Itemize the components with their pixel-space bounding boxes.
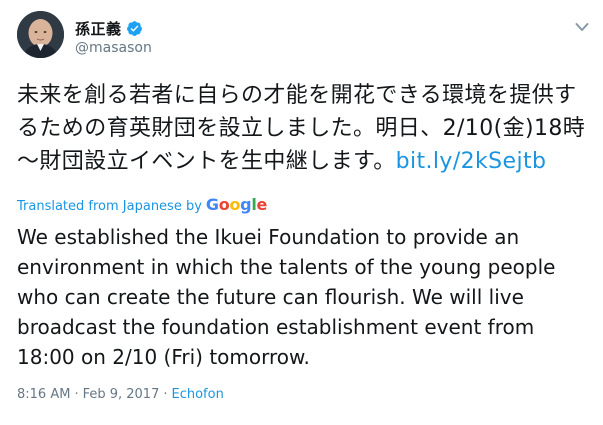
tweet-client[interactable]: Echofon	[172, 387, 224, 402]
username[interactable]: @masason	[75, 40, 152, 56]
tweet-time[interactable]: 8:16 AM	[17, 387, 70, 402]
avatar-image	[17, 11, 64, 58]
display-name[interactable]: 孫正義	[75, 18, 122, 39]
tweet-en-line: who can create the future can flourish. …	[17, 285, 524, 309]
tweet-text-japanese: 未来を創る若者に自らの才能を開花できる環境を提供す るための育英財団を設立しまし…	[17, 79, 597, 178]
tweet: 孫正義 @masason 未来を創る若者に自らの才能を開花できる環境を提供す る…	[0, 0, 603, 425]
tweet-jp-line: 〜財団設立イベントを生中継します。bit.ly/2kSejtb	[17, 145, 597, 178]
tweet-text-translation: We established the Ikuei Foundation to p…	[17, 222, 597, 372]
translated-label: Translated from Japanese by	[17, 199, 202, 214]
tweet-link[interactable]: bit.ly/2kSejtb	[396, 149, 547, 174]
tweet-jp-line-text: 〜財団設立イベントを生中継します。	[17, 149, 396, 174]
verified-badge-icon	[126, 21, 142, 36]
tweet-en-line: We established the Ikuei Foundation to p…	[17, 225, 520, 249]
google-logo: Google	[205, 195, 268, 214]
tweet-en-line: 18:00 on 2/10 (Fri) tomorrow.	[17, 345, 310, 369]
avatar[interactable]	[17, 11, 64, 58]
tweet-jp-line: 未来を創る若者に自らの才能を開花できる環境を提供す	[17, 83, 577, 108]
user-name-row: 孫正義	[75, 18, 143, 39]
tweet-en-line: broadcast the foundation establishment e…	[17, 315, 535, 339]
tweet-jp-line: るための育英財団を設立しました。明日、2/10(金)18時	[17, 116, 586, 141]
chevron-down-icon[interactable]	[575, 22, 589, 32]
translation-attribution[interactable]: Translated from Japanese by Google	[17, 195, 267, 214]
meta-separator: ·	[163, 387, 168, 402]
tweet-en-line: environment in which the talents of the …	[17, 255, 556, 279]
meta-separator: ·	[74, 387, 79, 402]
tweet-date[interactable]: Feb 9, 2017	[83, 387, 160, 402]
tweet-metadata: 8:16 AM · Feb 9, 2017 · Echofon	[17, 387, 224, 402]
